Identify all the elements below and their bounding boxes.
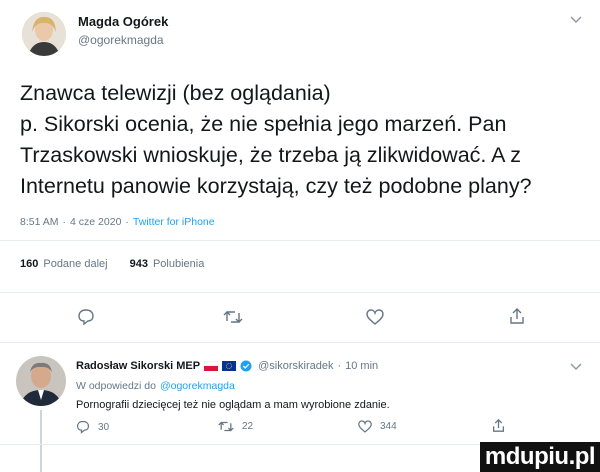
watermark-logo: mdupiu.pl	[480, 442, 600, 472]
tweet-meta: 8:51 AM · 4 cze 2020 · Twitter for iPhon…	[20, 216, 215, 228]
tweet-date[interactable]: 4 cze 2020	[70, 216, 121, 228]
reply-author-name[interactable]: Radosław Sikorski MEP	[76, 360, 200, 372]
author-name[interactable]: Magda Ogórek	[78, 14, 168, 29]
retweets-label[interactable]: Podane dalej	[43, 258, 107, 270]
chevron-down-icon[interactable]	[570, 16, 582, 24]
likes-label[interactable]: Polubienia	[153, 258, 204, 270]
chevron-down-icon[interactable]	[570, 363, 582, 371]
retweet-icon	[218, 420, 234, 433]
author-avatar[interactable]	[22, 12, 66, 56]
verified-badge-icon	[240, 360, 252, 372]
share-icon[interactable]	[492, 418, 505, 433]
divider	[0, 292, 600, 293]
divider	[0, 342, 600, 343]
reply-text: Pornografii dziecięcej też nie oglądam a…	[76, 399, 390, 411]
likes-count[interactable]: 943	[130, 258, 148, 270]
share-icon[interactable]	[509, 307, 525, 325]
author-handle[interactable]: @ogorekmagda	[78, 33, 164, 47]
retweets-count[interactable]: 160	[20, 258, 38, 270]
reply-reply-action[interactable]: 30	[76, 420, 109, 434]
poland-flag-icon	[203, 360, 219, 371]
reply-time[interactable]: 10 min	[345, 360, 378, 372]
retweet-icon[interactable]	[223, 309, 243, 325]
tweet-text-line: Internetu panowie korzystają, czy też po…	[20, 174, 532, 198]
tweet-time[interactable]: 8:51 AM	[20, 216, 59, 228]
tweet-stats: 160 Podane dalej 943 Polubienia	[20, 258, 204, 270]
reply-like-action[interactable]: 344	[358, 420, 397, 433]
tweet-text-line: Znawca telewizji (bez oglądania)	[20, 81, 331, 105]
heart-icon	[358, 420, 372, 433]
like-count: 344	[380, 421, 397, 432]
tweet-text-line: p. Sikorski ocenia, że nie spełnia jego …	[20, 112, 507, 136]
tweet-source[interactable]: Twitter for iPhone	[133, 216, 215, 228]
retweet-count: 22	[242, 421, 254, 432]
eu-flag-icon	[222, 361, 237, 371]
reply-icon	[76, 420, 90, 434]
tweet-text: Znawca telewizji (bez oglądania) p. Siko…	[20, 78, 590, 202]
reply-retweet-action[interactable]: 22	[218, 420, 253, 433]
replying-to-handle[interactable]: @ogorekmagda	[160, 380, 235, 392]
tweet-text-line: Trzaskowski wnioskuje, że trzeba ją zlik…	[20, 143, 522, 167]
reply-avatar[interactable]	[16, 356, 66, 406]
reply-icon[interactable]	[77, 308, 95, 326]
reply-count: 30	[98, 421, 110, 433]
thread-line	[40, 410, 42, 472]
reply-author-handle[interactable]: @sikorskiradek	[258, 360, 333, 372]
replying-to: W odpowiedzi do @ogorekmagda	[76, 380, 235, 392]
heart-icon[interactable]	[366, 309, 384, 325]
divider	[0, 240, 600, 241]
